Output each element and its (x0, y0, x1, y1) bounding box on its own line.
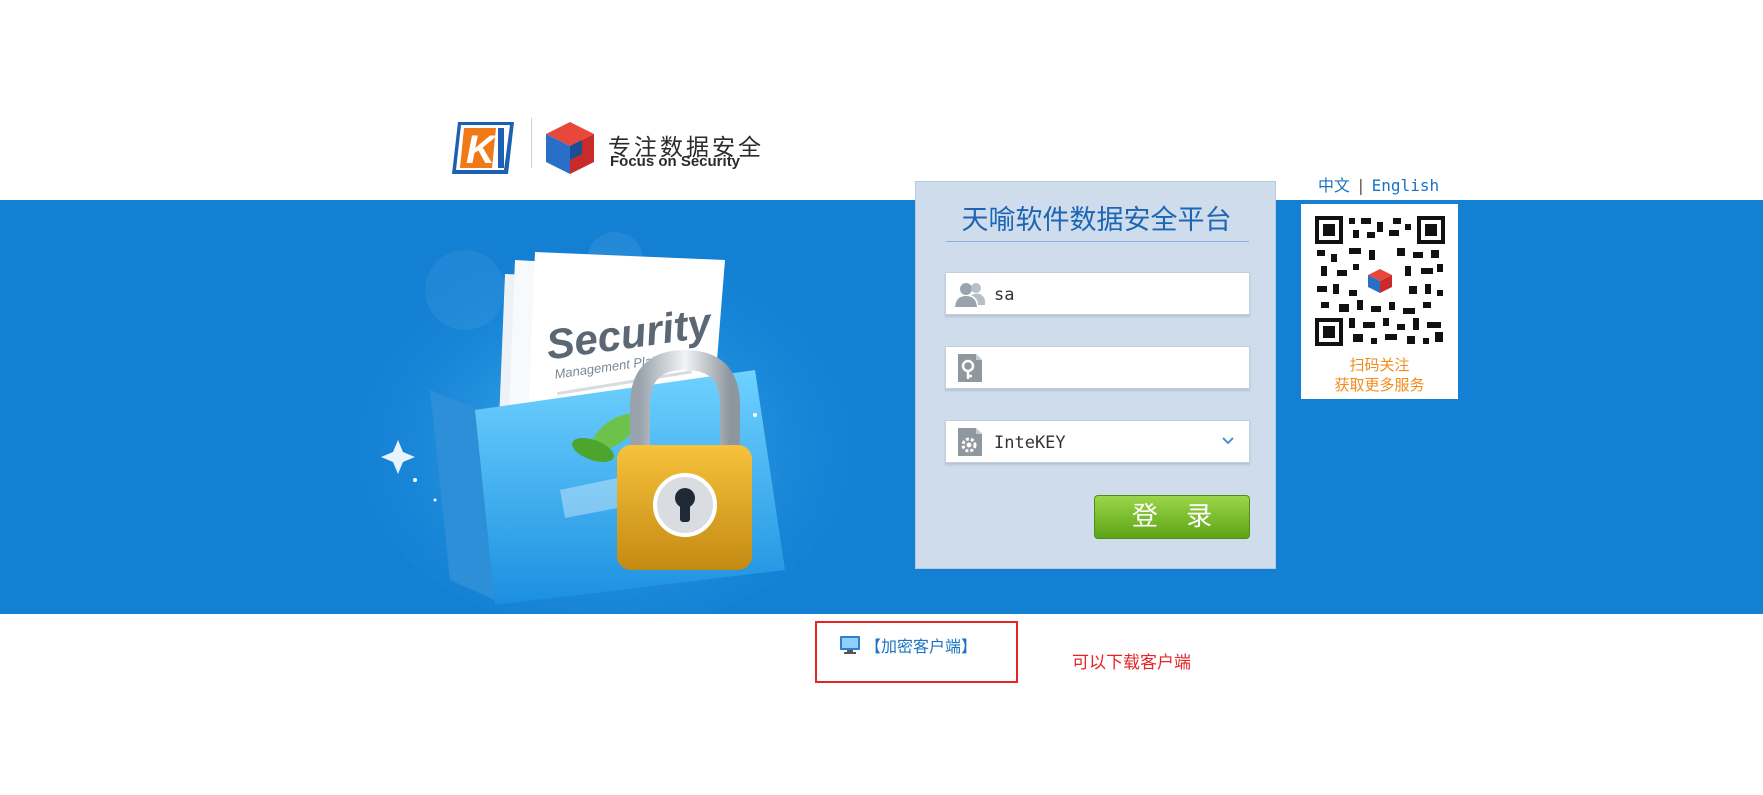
username-field[interactable]: sa (945, 272, 1250, 315)
auth-type-select[interactable]: InteKEY (945, 420, 1250, 463)
download-annotation: 可以下载客户端 (1072, 653, 1191, 673)
lang-chinese-link[interactable]: 中文 (1318, 176, 1350, 195)
lang-english-link[interactable]: English (1372, 176, 1439, 195)
password-field[interactable] (945, 346, 1250, 389)
company-k-logo: K (452, 122, 514, 174)
logo-divider (531, 118, 532, 168)
qr-code (1313, 214, 1447, 348)
slogan-english: Focus on Security (610, 153, 741, 170)
login-panel: 天喻软件数据安全平台 sa InteKEY 登 录 (915, 181, 1276, 569)
client-download-highlight: 【加密客户端】 (815, 621, 1018, 683)
qr-caption-line2: 获取更多服务 (1334, 376, 1425, 394)
svg-text:K: K (466, 128, 498, 172)
login-button[interactable]: 登 录 (1094, 495, 1250, 539)
language-switch: 中文 | English (1318, 172, 1439, 196)
username-value: sa (994, 285, 1015, 305)
security-cube-logo (546, 122, 594, 174)
platform-title: 天喻软件数据安全平台 (961, 205, 1232, 236)
lang-separator: | (1356, 176, 1366, 195)
encrypted-client-link[interactable]: 【加密客户端】 (839, 633, 977, 657)
title-divider (946, 241, 1249, 242)
auth-type-value: InteKEY (994, 433, 1066, 453)
encrypted-client-label: 【加密客户端】 (865, 637, 978, 656)
users-icon (955, 283, 986, 307)
qr-caption-line1: 扫码关注 (1349, 356, 1410, 374)
key-document-icon (958, 354, 982, 382)
settings-document-icon (958, 428, 982, 456)
security-folder-illustration: Security Management Platform (355, 230, 865, 614)
qr-card: 扫码关注 获取更多服务 (1301, 204, 1458, 399)
chevron-down-icon[interactable] (1221, 434, 1235, 448)
monitor-icon (840, 636, 860, 654)
